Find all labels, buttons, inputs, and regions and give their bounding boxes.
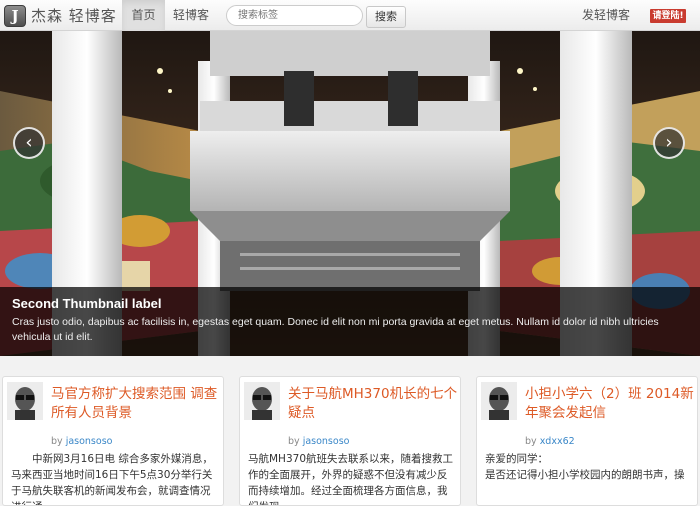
by-label: by xyxy=(525,436,537,447)
caption-title: Second Thumbnail label xyxy=(12,296,162,311)
top-navbar: J 杰森 轻博客 首页 轻博客 搜索 发轻博客 请登陆! xyxy=(0,0,700,31)
author-link[interactable]: jasonsoso xyxy=(66,436,113,447)
nav-light-blog[interactable]: 轻博客 xyxy=(166,0,216,31)
brand[interactable]: J 杰森 轻博客 xyxy=(4,3,117,28)
author-link[interactable]: jasonsoso xyxy=(303,436,350,447)
by-label: by xyxy=(51,436,63,447)
post-title-link[interactable]: 关于马航MH370机长的七个疑点 xyxy=(288,385,458,423)
login-button[interactable]: 请登陆! xyxy=(650,9,686,23)
post-title-link[interactable]: 马官方称扩大搜索范围 调查所有人员背景 xyxy=(51,385,221,423)
post-card: 小担小学六（2）班 2014新年聚会发起信 by xdxx62 亲爱的同学： 是… xyxy=(476,376,698,506)
nav-home[interactable]: 首页 xyxy=(122,0,165,31)
carousel-caption: Second Thumbnail label Cras justo odio, … xyxy=(0,287,700,356)
post-title-link[interactable]: 小担小学六（2）班 2014新年聚会发起信 xyxy=(525,385,695,423)
brand-name: 杰森 轻博客 xyxy=(31,7,117,25)
post-excerpt: 亲爱的同学： 是否还记得小担小学校园内的朗朗书声，操 xyxy=(485,453,685,481)
avatar[interactable] xyxy=(481,382,517,420)
avatar[interactable] xyxy=(244,382,280,420)
post-author-line: by jasonsoso xyxy=(288,436,349,447)
carousel: ‹ › Second Thumbnail label Cras justo od… xyxy=(0,31,700,356)
caption-text: Cras justo odio, dapibus ac facilisis in… xyxy=(12,316,659,343)
post-excerpt: 中新网3月16日电 综合多家外媒消息，马来西亚当地时间16日下午5点30分举行关… xyxy=(11,453,213,505)
post-author-line: by jasonsoso xyxy=(51,436,112,447)
post-author-line: by xdxx62 xyxy=(525,436,575,447)
search-button[interactable]: 搜索 xyxy=(366,6,406,28)
author-link[interactable]: xdxx62 xyxy=(540,436,575,447)
by-label: by xyxy=(288,436,300,447)
avatar[interactable] xyxy=(7,382,43,420)
nav-post-blog[interactable]: 发轻博客 xyxy=(572,0,640,31)
carousel-next-button[interactable]: › xyxy=(653,127,685,159)
carousel-prev-button[interactable]: ‹ xyxy=(13,127,45,159)
brand-logo-icon: J xyxy=(4,4,26,27)
post-excerpt: 马航MH370航班失去联系以来，随着搜救工作的全面展开，外界的疑惑不但没有减少反… xyxy=(248,453,453,505)
post-card: 关于马航MH370机长的七个疑点 by jasonsoso 马航MH370航班失… xyxy=(239,376,461,506)
post-card: 马官方称扩大搜索范围 调查所有人员背景 by jasonsoso 中新网3月16… xyxy=(2,376,224,506)
search-input[interactable] xyxy=(226,5,363,26)
